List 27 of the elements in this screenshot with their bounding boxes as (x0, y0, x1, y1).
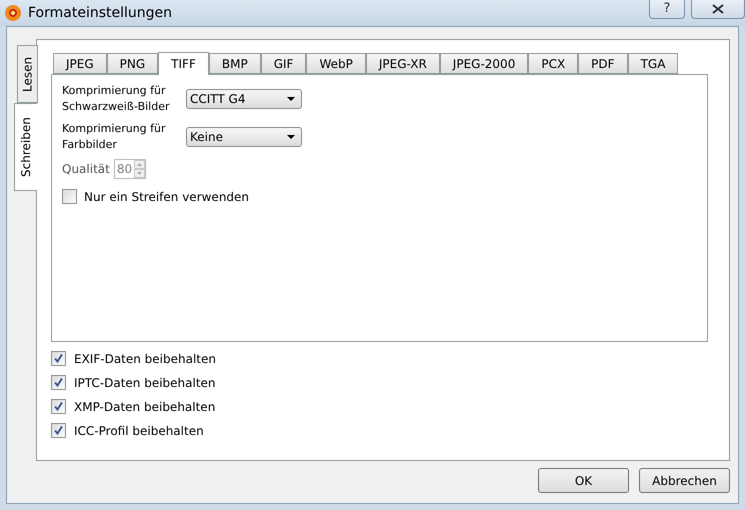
format-tab[interactable]: JPEG-XR (366, 53, 440, 74)
checkbox-label: EXIF-Daten beibehalten (74, 352, 216, 366)
side-tab[interactable]: Schreiben (14, 103, 37, 191)
dialog-button[interactable]: OK (538, 468, 629, 493)
format-tab[interactable]: WebP (306, 53, 366, 74)
checkbox-label: Nur ein Streifen verwenden (84, 190, 250, 204)
format-tab[interactable]: PCX (528, 53, 578, 74)
format-tab[interactable]: TGA (628, 53, 678, 74)
side-tab[interactable]: Lesen (17, 45, 38, 103)
format-tab[interactable]: PDF (578, 53, 628, 74)
format-tab[interactable]: JPEG-2000 (440, 53, 528, 74)
checkbox-label: IPTC-Daten beibehalten (74, 376, 216, 390)
help-button[interactable]: ? (649, 0, 685, 18)
checkbox-label: XMP-Daten beibehalten (74, 400, 216, 414)
format-tab[interactable]: GIF (260, 53, 306, 74)
dropdown[interactable]: CCITT G4 (186, 89, 302, 109)
dialog-button[interactable]: Abbrechen (639, 468, 730, 493)
setting-label: Qualität (62, 162, 110, 176)
format-tab[interactable]: TIFF (158, 52, 209, 75)
setting-label: Komprimierung für Schwarzweiß-Bilder (62, 83, 170, 115)
format-tab[interactable]: JPEG (53, 53, 107, 74)
checkbox-label: ICC-Profil beibehalten (74, 424, 204, 438)
window-title: Formateinstellungen (28, 5, 174, 21)
format-tab[interactable]: BMP (208, 53, 261, 74)
dropdown[interactable]: Keine (186, 127, 302, 147)
format-tab[interactable]: PNG (106, 53, 158, 74)
setting-label: Komprimierung für Farbbilder (62, 121, 167, 153)
